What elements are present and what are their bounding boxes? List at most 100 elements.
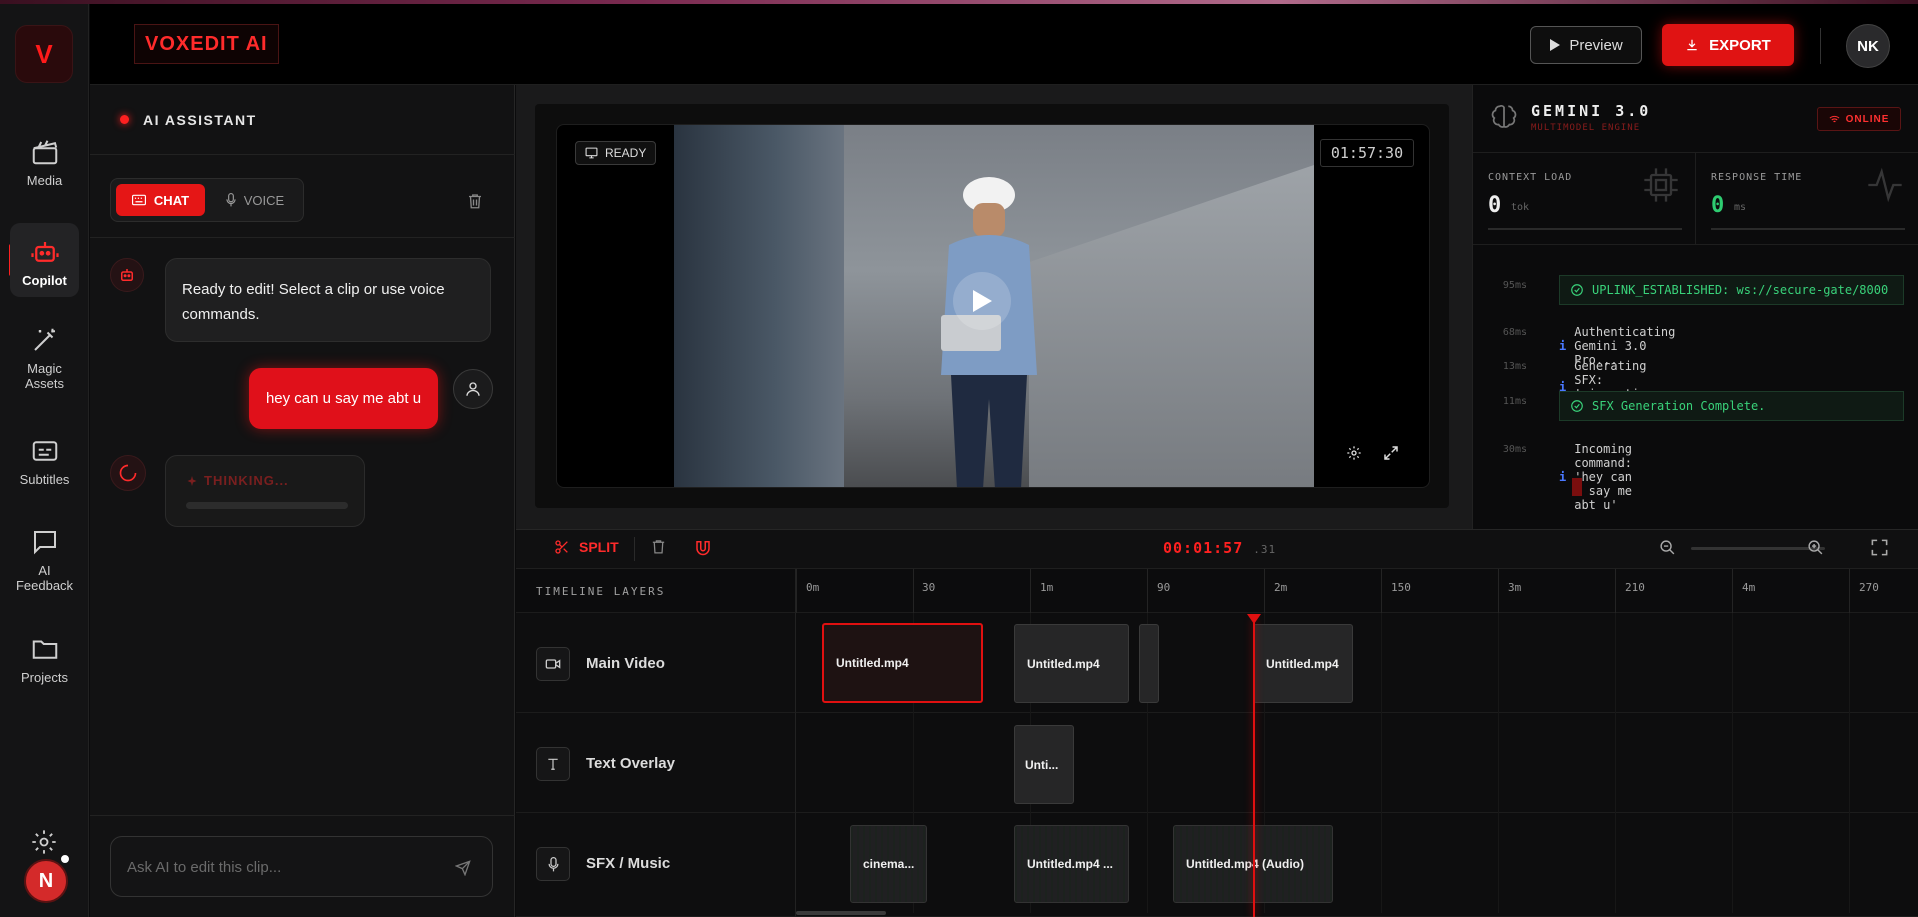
timeline-playhead[interactable] <box>1253 618 1255 917</box>
ai-console-panel: GEMINI 3.0 MULTIMODEL ENGINE ONLINE CONT… <box>1472 85 1918 529</box>
nav-ai-feedback[interactable]: AI Feedback <box>0 527 89 593</box>
layers-title: TIMELINE LAYERS <box>536 585 666 598</box>
bot-message: Ready to edit! Select a clip or use voic… <box>165 258 491 342</box>
track-header-text-overlay[interactable]: Text Overlay <box>516 713 796 813</box>
audio-clip[interactable]: Untitled.mp4 ... <box>1014 825 1129 903</box>
thinking-label: THINKING... <box>204 473 289 488</box>
track-text-overlay: Unti... <box>796 713 1918 813</box>
ruler-label: 1m <box>1040 581 1054 594</box>
thinking-spinner <box>110 455 146 491</box>
export-button[interactable]: EXPORT <box>1662 24 1794 66</box>
nav-magic-assets[interactable]: Magic Assets <box>0 325 89 391</box>
track-header-sfx-music[interactable]: SFX / Music <box>516 813 796 917</box>
text-clip[interactable]: Unti... <box>1014 725 1074 804</box>
text-type-icon <box>536 747 570 781</box>
player-status: READY <box>605 146 647 160</box>
log-entry-ok: UPLINK_ESTABLISHED: ws://secure-gate/800… <box>1559 275 1904 305</box>
log-time: 30ms <box>1502 444 1527 455</box>
nav-copilot[interactable]: Copilot <box>10 223 79 297</box>
user-icon <box>466 382 480 396</box>
timecode-frames: .31 <box>1253 543 1277 556</box>
user-message: hey can u say me abt u <box>249 368 438 429</box>
nav-projects[interactable]: Projects <box>0 634 89 685</box>
audio-clip[interactable]: cinema... <box>850 825 927 903</box>
video-clip[interactable]: Untitled.mp4 <box>1014 624 1129 703</box>
info-icon: i <box>1559 470 1567 484</box>
nav-projects-label: Projects <box>21 670 68 685</box>
nav-media-label: Media <box>26 173 63 188</box>
chat-input-box <box>110 836 493 897</box>
timeline-ruler[interactable]: 0m 30 1m 90 2m 150 3m 210 4m 270 <box>796 569 1918 613</box>
console-header: GEMINI 3.0 MULTIMODEL ENGINE ONLINE <box>1473 85 1918 153</box>
app-logo[interactable]: V <box>15 25 73 83</box>
video-clip[interactable]: Untitled.mp4 <box>1253 624 1353 703</box>
ruler-label: 270 <box>1859 581 1879 594</box>
timecode-main: 00:01:57 <box>1163 539 1244 557</box>
timeline-layers-header: TIMELINE LAYERS <box>516 569 796 613</box>
track-header-main-video[interactable]: Main Video <box>516 613 796 713</box>
zoom-in-icon[interactable] <box>1807 539 1824 556</box>
chat-input[interactable] <box>127 851 427 883</box>
pulse-icon <box>1868 167 1902 203</box>
download-icon <box>1687 39 1697 51</box>
play-button[interactable] <box>953 272 1011 330</box>
timeline-scrollbar[interactable] <box>796 911 886 915</box>
track-name: Main Video <box>586 655 665 672</box>
video-clip[interactable]: Untitled.mp4 <box>822 623 983 703</box>
video-clip[interactable] <box>1139 624 1159 703</box>
info-icon: i <box>1559 339 1567 353</box>
playhead-handle[interactable] <box>1247 614 1261 624</box>
subtitles-icon <box>32 441 57 461</box>
voice-mode-button[interactable]: VOICE <box>211 184 299 216</box>
context-load-value: 0 <box>1488 193 1502 218</box>
brand-title: VOXEDIT AI <box>134 24 279 64</box>
settings-icon[interactable] <box>1346 445 1362 461</box>
fullscreen-icon[interactable] <box>1870 538 1889 557</box>
magnet-icon[interactable] <box>694 538 712 556</box>
monitor-icon <box>585 147 598 159</box>
track-name: SFX / Music <box>586 855 671 872</box>
user-message-avatar <box>453 369 493 409</box>
zoom-slider[interactable] <box>1691 547 1825 550</box>
zoom-out-icon[interactable] <box>1659 539 1676 556</box>
brain-icon <box>1491 104 1517 128</box>
gear-icon[interactable] <box>30 828 58 856</box>
notification-dot <box>59 853 71 865</box>
profile-avatar[interactable]: N <box>24 859 68 903</box>
play-icon <box>973 290 992 312</box>
ruler-label: 30 <box>922 581 936 594</box>
toolbar-divider <box>634 537 635 561</box>
log-entry-info: i Incoming command: 'hey can u say me ab… <box>1559 442 1632 512</box>
send-button[interactable] <box>446 852 480 884</box>
microphone-icon <box>226 193 236 207</box>
nav-subtitles[interactable]: Subtitles <box>0 436 89 487</box>
trash-icon[interactable] <box>650 538 667 555</box>
play-icon <box>1550 39 1561 51</box>
connection-status: ONLINE <box>1845 113 1890 125</box>
trash-icon[interactable] <box>466 192 484 210</box>
assistant-title: AI ASSISTANT <box>143 111 257 128</box>
response-time-metric: RESPONSE TIME 0 ms <box>1696 153 1918 245</box>
nav-ai-feedback-label: AI Feedback <box>15 563 74 593</box>
track-sfx-music: cinema... Untitled.mp4 ... Untitled.mp4 … <box>796 813 1918 917</box>
folder-icon <box>32 640 57 659</box>
send-icon <box>455 860 471 876</box>
response-time-value: 0 <box>1711 193 1725 218</box>
preview-button[interactable]: Preview <box>1530 26 1642 64</box>
player-status-badge: READY <box>575 141 657 165</box>
ruler-label: 90 <box>1157 581 1171 594</box>
expand-icon[interactable] <box>1382 444 1400 462</box>
chat-mode-label: CHAT <box>153 192 190 208</box>
chat-mode-button[interactable]: CHAT <box>116 184 205 216</box>
check-circle-icon <box>1571 284 1583 296</box>
log-time: 11ms <box>1502 396 1527 407</box>
split-button[interactable]: SPLIT <box>554 539 619 555</box>
log-text: SFX Generation Complete. <box>1592 399 1766 413</box>
nav-media[interactable]: Media <box>0 137 89 188</box>
ruler-label: 4m <box>1742 581 1756 594</box>
user-avatar[interactable]: NK <box>1846 24 1890 68</box>
top-bar: VOXEDIT AI Preview EXPORT NK <box>90 4 1918 85</box>
divider <box>90 237 515 238</box>
keyboard-icon <box>131 194 146 206</box>
live-indicator <box>120 115 129 124</box>
